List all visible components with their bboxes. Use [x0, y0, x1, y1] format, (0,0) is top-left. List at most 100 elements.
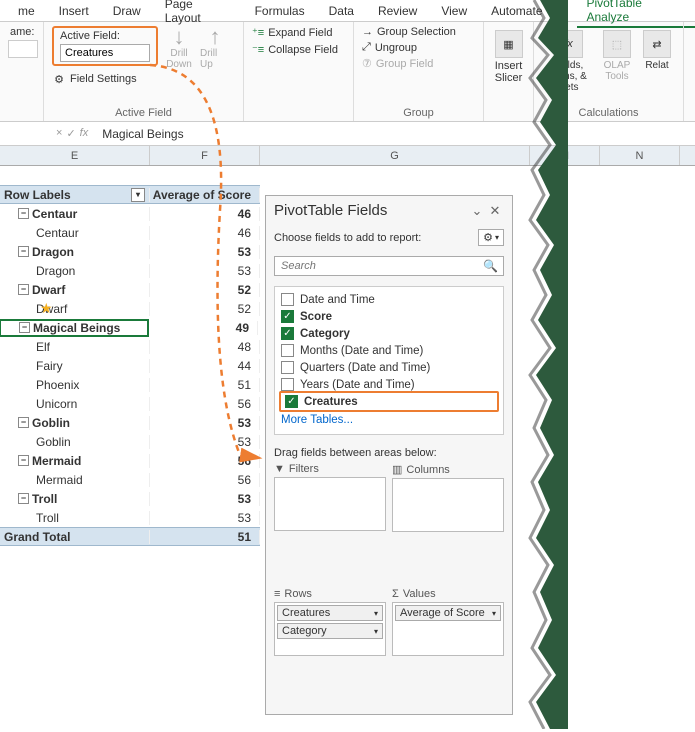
ribbon-tab-data[interactable]: Data — [319, 2, 364, 20]
chevron-down-icon[interactable]: ▾ — [492, 609, 496, 618]
ribbon-tab-formulas[interactable]: Formulas — [245, 2, 315, 20]
pivot-value-cell[interactable]: 49 — [148, 321, 258, 335]
pivot-value-cell[interactable]: 46 — [150, 226, 260, 240]
col-header-g[interactable]: G — [260, 146, 530, 165]
more-tables-link[interactable]: More Tables... — [275, 410, 503, 430]
rows-item[interactable]: Creatures▾ — [277, 605, 383, 621]
pane-settings-button[interactable]: ⚙ ▾ — [478, 229, 504, 246]
pivot-value-cell[interactable]: 56 — [150, 397, 260, 411]
chevron-down-icon[interactable]: ▾ — [374, 609, 378, 618]
values-item[interactable]: Average of Score▾ — [395, 605, 501, 621]
collapse-icon[interactable]: − — [18, 208, 29, 219]
pivot-label-cell[interactable]: Dwarf★ — [0, 302, 150, 316]
pivot-row[interactable]: −Troll53 — [0, 489, 260, 508]
pivot-label-cell[interactable]: −Troll — [0, 492, 150, 506]
pivot-row[interactable]: −Magical Beings49 — [0, 318, 260, 337]
pivot-label-cell[interactable]: Fairy — [0, 359, 150, 373]
pivot-label-cell[interactable]: −Mermaid — [0, 454, 150, 468]
pivot-value-cell[interactable]: 53 — [150, 264, 260, 278]
checkbox-icon[interactable]: ✓ — [281, 310, 294, 323]
values-drop-zone[interactable]: Average of Score▾ — [392, 602, 504, 656]
checkbox-icon[interactable] — [281, 293, 294, 306]
pivot-value-cell[interactable]: 53 — [150, 511, 260, 525]
pivot-row[interactable]: −Centaur46 — [0, 204, 260, 223]
group-selection-button[interactable]: → Group Selection — [362, 26, 475, 38]
fields-items-sets-button[interactable]: fx Fields, Items, & Sets — [542, 26, 595, 97]
col-header-n[interactable]: N — [600, 146, 680, 165]
field-date-and-time[interactable]: Date and Time — [275, 291, 503, 308]
pivot-row[interactable]: Dragon53 — [0, 261, 260, 280]
checkbox-icon[interactable]: ✓ — [285, 395, 298, 408]
ribbon-tab-review[interactable]: Review — [368, 2, 427, 20]
pivot-value-cell[interactable]: 53 — [150, 492, 260, 506]
field-settings-button[interactable]: ⚙ Field Settings — [52, 72, 158, 86]
filters-drop-zone[interactable] — [274, 477, 386, 531]
value-header[interactable]: Average of Score — [150, 188, 260, 202]
pivot-value-cell[interactable]: 52 — [150, 302, 260, 316]
collapse-icon[interactable]: − — [18, 284, 29, 295]
field-creatures[interactable]: ✓Creatures — [279, 391, 499, 412]
collapse-icon[interactable]: − — [18, 417, 29, 428]
chevron-down-icon[interactable]: ⌄ — [468, 203, 486, 219]
pivot-row[interactable]: −Dragon53 — [0, 242, 260, 261]
pivot-value-cell[interactable]: 56 — [150, 454, 260, 468]
pivottable-name-input[interactable] — [8, 40, 38, 58]
pivot-row[interactable]: Dwarf★52 — [0, 299, 260, 318]
pivot-label-cell[interactable]: −Centaur — [0, 207, 150, 221]
pivot-row[interactable]: −Goblin53 — [0, 413, 260, 432]
pivot-row[interactable]: Fairy44 — [0, 356, 260, 375]
pivot-label-cell[interactable]: −Magical Beings — [0, 319, 149, 337]
pivot-row[interactable]: −Mermaid56 — [0, 451, 260, 470]
ribbon-tab-insert[interactable]: Insert — [49, 2, 99, 20]
rows-item[interactable]: Category▾ — [277, 623, 383, 639]
pivot-value-cell[interactable]: 46 — [150, 207, 260, 221]
field-score[interactable]: ✓Score — [275, 308, 503, 325]
pivot-value-cell[interactable]: 51 — [150, 378, 260, 392]
pivot-row[interactable]: Phoenix51 — [0, 375, 260, 394]
pivot-label-cell[interactable]: Goblin — [0, 435, 150, 449]
collapse-icon[interactable]: − — [18, 455, 29, 466]
pivot-label-cell[interactable]: Mermaid — [0, 473, 150, 487]
collapse-field-button[interactable]: ⁻≡ Collapse Field — [252, 43, 345, 56]
ribbon-tab-draw[interactable]: Draw — [103, 2, 151, 20]
pivot-value-cell[interactable]: 53 — [150, 416, 260, 430]
ribbon-tab-view[interactable]: View — [431, 2, 477, 20]
checkbox-icon[interactable]: ✓ — [281, 327, 294, 340]
col-header-m[interactable]: M — [530, 146, 600, 165]
checkbox-icon[interactable] — [281, 378, 294, 391]
ribbon-tab-automate[interactable]: Automate — [481, 2, 552, 20]
pivot-label-cell[interactable]: Centaur — [0, 226, 150, 240]
search-icon[interactable]: 🔍 — [483, 259, 498, 273]
filter-dropdown-icon[interactable]: ▾ — [131, 188, 145, 202]
field-category[interactable]: ✓Category — [275, 325, 503, 342]
pivot-label-cell[interactable]: −Goblin — [0, 416, 150, 430]
ribbon-tab-me[interactable]: me — [8, 2, 45, 20]
cancel-icon[interactable]: × — [56, 127, 62, 140]
insert-slicer-button[interactable]: ▦ Insert Slicer — [492, 26, 525, 88]
pivot-label-cell[interactable]: −Dwarf — [0, 283, 150, 297]
pivot-label-cell[interactable]: −Dragon — [0, 245, 150, 259]
active-field-input[interactable] — [60, 44, 150, 62]
row-labels-header[interactable]: Row Labels ▾ — [0, 188, 150, 202]
col-header-e[interactable]: E — [0, 146, 150, 165]
ungroup-button[interactable]: ⤢ Ungroup — [362, 41, 475, 54]
formula-text[interactable]: Magical Beings — [94, 127, 191, 141]
checkbox-icon[interactable] — [281, 361, 294, 374]
pivot-label-cell[interactable]: Troll — [0, 511, 150, 525]
search-input[interactable] — [274, 256, 504, 276]
pivot-row[interactable]: Centaur46 — [0, 223, 260, 242]
collapse-icon[interactable]: − — [18, 246, 29, 257]
pivot-row[interactable]: Unicorn56 — [0, 394, 260, 413]
pivot-value-cell[interactable]: 53 — [150, 245, 260, 259]
expand-field-button[interactable]: ⁺≡ Expand Field — [252, 26, 345, 39]
pivot-row[interactable]: −Dwarf52 — [0, 280, 260, 299]
collapse-icon[interactable]: − — [18, 493, 29, 504]
grand-total-row[interactable]: Grand Total51 — [0, 527, 260, 546]
pivot-row[interactable]: Elf48 — [0, 337, 260, 356]
pivot-value-cell[interactable]: 52 — [150, 283, 260, 297]
columns-drop-zone[interactable] — [392, 478, 504, 532]
checkbox-icon[interactable] — [281, 344, 294, 357]
pivot-label-cell[interactable]: Phoenix — [0, 378, 150, 392]
rows-drop-zone[interactable]: Creatures▾ Category▾ — [274, 602, 386, 656]
field-months-date-and-time-[interactable]: Months (Date and Time) — [275, 342, 503, 359]
